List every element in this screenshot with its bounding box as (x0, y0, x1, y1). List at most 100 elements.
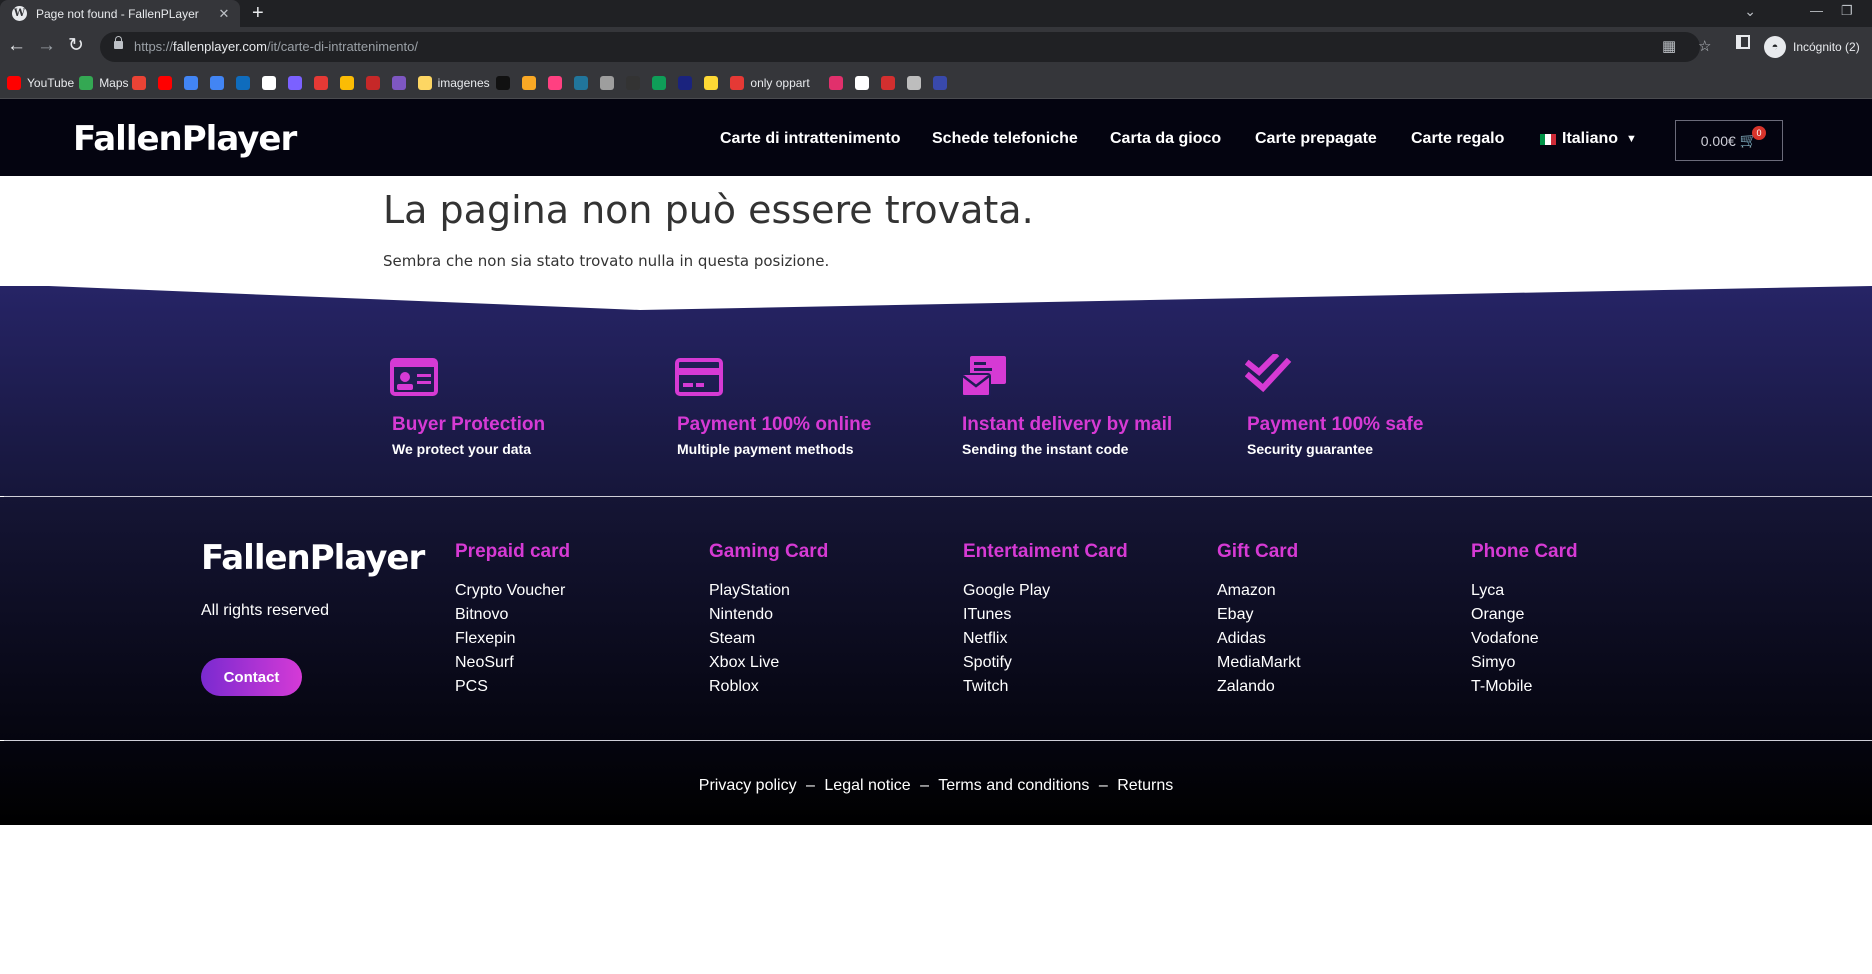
new-tab-icon[interactable]: + (252, 2, 264, 25)
footer-link[interactable]: Roblox (709, 677, 949, 701)
tab-search-chevron-icon[interactable]: ⌄ (1744, 3, 1756, 20)
caret-down-icon: ▼ (1626, 133, 1637, 145)
profile-label: Incógnito (2) (1793, 40, 1860, 54)
link-separator: – (1098, 777, 1108, 794)
feature-title: Payment 100% safe (1247, 414, 1424, 435)
bookmark-item[interactable] (855, 74, 875, 92)
bookmark-item[interactable] (600, 74, 620, 92)
bookmark-item[interactable] (365, 74, 386, 92)
bookmark-favicon-icon (907, 76, 921, 90)
bookmark-item[interactable] (261, 74, 282, 92)
restore-icon[interactable]: ❐ (1841, 3, 1853, 19)
bookmark-favicon-icon (339, 76, 354, 90)
bookmark-star-icon[interactable]: ☆ (1698, 37, 1711, 55)
incognito-profile[interactable]: ◓ Incógnito (2) (1764, 32, 1860, 62)
contact-button[interactable]: Contact (201, 658, 302, 696)
url-text[interactable]: https://fallenplayer.com/it/carte-di-int… (134, 39, 418, 54)
browser-tab[interactable]: W Page not found - FallenPLayer ✕ (0, 0, 240, 27)
footer-link[interactable]: Flexepin (455, 629, 695, 653)
bookmark-label: imagenes (437, 76, 490, 90)
footer-link[interactable]: T-Mobile (1471, 677, 1711, 701)
bookmark-item[interactable]: Maps (79, 74, 129, 92)
bookmark-item[interactable]: imagenes (417, 74, 490, 92)
bookmark-item[interactable] (907, 74, 927, 92)
footer-link[interactable]: Twitch (963, 677, 1203, 701)
close-tab-icon[interactable]: ✕ (216, 6, 232, 22)
footer-link[interactable]: Steam (709, 629, 949, 653)
footer-link[interactable]: Simyo (1471, 653, 1711, 677)
terms-link[interactable]: Terms and conditions (938, 777, 1089, 794)
footer-link[interactable]: NeoSurf (455, 653, 695, 677)
bookmark-item[interactable] (287, 74, 308, 92)
footer-link[interactable]: MediaMarkt (1217, 653, 1457, 677)
nav-item-gift-cards[interactable]: Carte regalo (1411, 130, 1504, 148)
nav-item-phone-cards[interactable]: Schede telefoniche (932, 130, 1078, 148)
nav-item-prepaid-cards[interactable]: Carte prepagate (1255, 130, 1377, 148)
bookmark-item[interactable] (522, 74, 542, 92)
bookmark-item[interactable] (131, 74, 152, 92)
reload-icon[interactable]: ↻ (68, 35, 84, 57)
bookmark-item[interactable] (881, 74, 901, 92)
footer-link[interactable]: Zalando (1217, 677, 1457, 701)
bookmark-item[interactable] (933, 74, 953, 92)
footer-link[interactable]: PCS (455, 677, 695, 701)
footer-link[interactable]: Vodafone (1471, 629, 1711, 653)
bookmark-item[interactable] (235, 74, 256, 92)
footer-link[interactable]: Crypto Voucher (455, 581, 695, 605)
bookmark-item[interactable] (548, 74, 568, 92)
bookmark-item[interactable] (339, 74, 360, 92)
double-check-icon (1244, 351, 1292, 393)
bookmark-item[interactable] (574, 74, 594, 92)
footer-link[interactable]: Lyca (1471, 581, 1711, 605)
bookmark-item[interactable] (209, 74, 230, 92)
qr-code-icon[interactable]: ▦ (1662, 37, 1676, 55)
footer-link[interactable]: Orange (1471, 605, 1711, 629)
bookmark-item[interactable] (704, 74, 724, 92)
bookmark-item[interactable] (313, 74, 334, 92)
bookmark-favicon-icon (417, 76, 432, 90)
bookmark-item[interactable] (652, 74, 672, 92)
footer-link[interactable]: Netflix (963, 629, 1203, 653)
nav-item-game-cards[interactable]: Carta da gioco (1110, 130, 1221, 148)
side-panel-icon[interactable] (1736, 35, 1750, 49)
browser-toolbar: ← → ↻ https://fallenplayer.com/it/carte-… (0, 27, 1872, 67)
bookmark-item[interactable] (391, 74, 412, 92)
footer-link[interactable]: Bitnovo (455, 605, 695, 629)
returns-link[interactable]: Returns (1117, 777, 1173, 794)
bookmark-favicon-icon (131, 76, 146, 90)
bookmark-item[interactable]: only oppart (730, 74, 810, 92)
footer-link[interactable]: Adidas (1217, 629, 1457, 653)
footer-link[interactable]: Xbox Live (709, 653, 949, 677)
bookmark-item[interactable]: YouTube (7, 74, 74, 92)
back-icon[interactable]: ← (7, 35, 26, 57)
cart-button[interactable]: 0.00€ 🛒 0 (1675, 120, 1783, 161)
footer-link[interactable]: Ebay (1217, 605, 1457, 629)
bookmark-item[interactable] (157, 74, 178, 92)
feature-subtitle: We protect your data (392, 441, 531, 457)
minimize-icon[interactable]: — (1810, 3, 1823, 18)
privacy-policy-link[interactable]: Privacy policy (699, 777, 797, 794)
footer-link[interactable]: Google Play (963, 581, 1203, 605)
bookmark-item[interactable] (829, 74, 849, 92)
bookmark-item[interactable] (626, 74, 646, 92)
bookmark-favicon-icon (548, 76, 563, 90)
page-description: Sembra che non sia stato trovato nulla i… (383, 252, 830, 270)
forward-icon[interactable]: → (37, 35, 56, 57)
footer-logo[interactable]: FallenPlayer (201, 538, 425, 578)
bookmark-item[interactable] (678, 74, 698, 92)
bookmark-favicon-icon (313, 76, 328, 90)
bookmark-item[interactable] (183, 74, 204, 92)
bookmark-item[interactable] (496, 74, 516, 92)
bookmark-favicon-icon (678, 76, 693, 90)
footer-link[interactable]: Spotify (963, 653, 1203, 677)
bookmark-favicon-icon (704, 76, 719, 90)
footer-link[interactable]: Amazon (1217, 581, 1457, 605)
address-bar[interactable]: https://fallenplayer.com/it/carte-di-int… (100, 32, 1711, 62)
language-selector[interactable]: Italiano ▼ (1540, 130, 1637, 148)
footer-link[interactable]: PlayStation (709, 581, 949, 605)
footer-link[interactable]: ITunes (963, 605, 1203, 629)
bookmark-favicon-icon (235, 76, 250, 90)
nav-item-entertainment-cards[interactable]: Carte di intrattenimento (720, 130, 900, 148)
legal-notice-link[interactable]: Legal notice (824, 777, 910, 794)
footer-link[interactable]: Nintendo (709, 605, 949, 629)
